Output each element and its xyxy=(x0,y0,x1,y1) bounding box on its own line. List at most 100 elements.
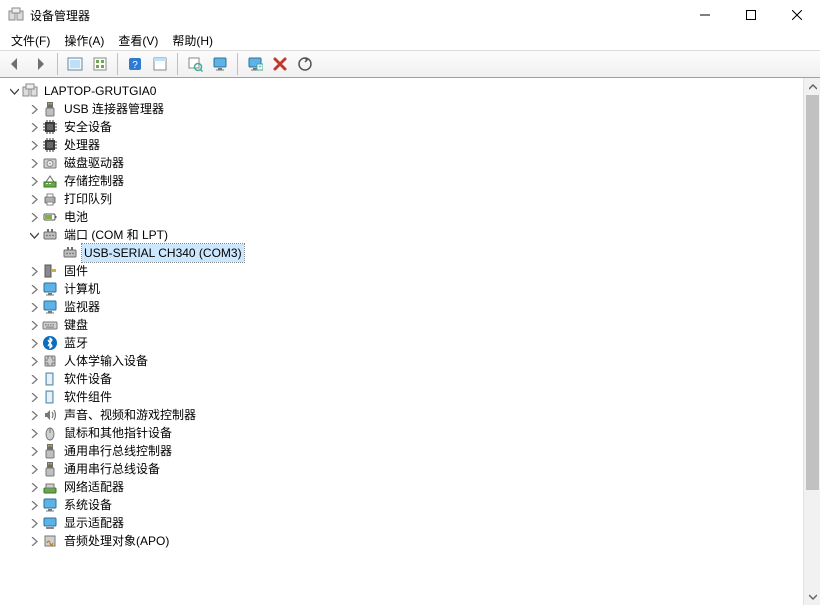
titlebar: 设备管理器 xyxy=(0,0,820,30)
net-icon xyxy=(42,479,58,495)
tree-category[interactable]: USB 连接器管理器 xyxy=(26,100,803,118)
chevron-right-icon[interactable] xyxy=(26,479,42,495)
toolbar-properties[interactable] xyxy=(148,52,172,76)
tree-category[interactable]: 处理器 xyxy=(26,136,803,154)
tree-category[interactable]: 键盘 xyxy=(26,316,803,334)
disk-icon xyxy=(42,155,58,171)
device-tree[interactable]: LAPTOP-GRUTGIA0USB 连接器管理器安全设备处理器磁盘驱动器存储控… xyxy=(0,78,803,605)
tree-category[interactable]: 通用串行总线控制器 xyxy=(26,442,803,460)
tree-category[interactable]: 安全设备 xyxy=(26,118,803,136)
chevron-right-icon[interactable] xyxy=(26,461,42,477)
tree-category[interactable]: 蓝牙 xyxy=(26,334,803,352)
tree-root[interactable]: LAPTOP-GRUTGIA0 xyxy=(6,82,803,100)
chevron-right-icon[interactable] xyxy=(26,263,42,279)
vertical-scrollbar[interactable] xyxy=(803,78,820,605)
bluetooth-icon xyxy=(42,335,58,351)
toolbar-scan-hardware[interactable] xyxy=(183,52,207,76)
tree-item-label: USB 连接器管理器 xyxy=(62,100,166,118)
tree-category[interactable]: 通用串行总线设备 xyxy=(26,460,803,478)
tree-category[interactable]: 网络适配器 xyxy=(26,478,803,496)
tree-item-label: 软件设备 xyxy=(62,370,114,388)
chevron-right-icon[interactable] xyxy=(26,137,42,153)
toolbar-show-hide-console-tree[interactable] xyxy=(63,52,87,76)
port-icon xyxy=(62,245,78,261)
toolbar-enable-device[interactable] xyxy=(208,52,232,76)
toolbar-uninstall-device[interactable] xyxy=(268,52,292,76)
close-button[interactable] xyxy=(774,0,820,30)
tree-category[interactable]: 软件设备 xyxy=(26,370,803,388)
chevron-down-icon[interactable] xyxy=(26,227,42,243)
toolbar-mmc-options[interactable] xyxy=(88,52,112,76)
menu-file[interactable]: 文件(F) xyxy=(4,31,57,50)
tree-item-label: 键盘 xyxy=(62,316,90,334)
tree-item-label: 监视器 xyxy=(62,298,102,316)
tree-item-label: 端口 (COM 和 LPT) xyxy=(62,226,170,244)
chevron-right-icon[interactable] xyxy=(26,497,42,513)
chevron-right-icon[interactable] xyxy=(26,371,42,387)
port-icon xyxy=(42,227,58,243)
tree-category[interactable]: 存储控制器 xyxy=(26,172,803,190)
chevron-right-icon[interactable] xyxy=(26,335,42,351)
toolbar-update-driver[interactable] xyxy=(293,52,317,76)
tree-device[interactable]: USB-SERIAL CH340 (COM3) xyxy=(46,244,803,262)
menu-help[interactable]: 帮助(H) xyxy=(165,31,220,50)
toolbar-back[interactable] xyxy=(3,52,27,76)
chevron-right-icon[interactable] xyxy=(26,407,42,423)
chevron-right-icon[interactable] xyxy=(26,515,42,531)
chevron-right-icon[interactable] xyxy=(26,425,42,441)
toolbar-help[interactable] xyxy=(123,52,147,76)
toolbar-forward[interactable] xyxy=(28,52,52,76)
scroll-down-arrow-icon[interactable] xyxy=(804,588,820,605)
toolbar-separator xyxy=(237,53,238,75)
chevron-right-icon[interactable] xyxy=(26,101,42,117)
battery-icon xyxy=(42,209,58,225)
toolbar-add-hardware[interactable] xyxy=(243,52,267,76)
chevron-right-icon[interactable] xyxy=(26,389,42,405)
scroll-up-arrow-icon[interactable] xyxy=(804,78,820,95)
tree-item-label: 处理器 xyxy=(62,136,102,154)
chevron-right-icon[interactable] xyxy=(26,533,42,549)
chevron-right-icon[interactable] xyxy=(26,173,42,189)
chevron-down-icon[interactable] xyxy=(6,83,22,99)
chevron-right-icon[interactable] xyxy=(26,119,42,135)
tree-item-label: 蓝牙 xyxy=(62,334,90,352)
tree-item-label: 电池 xyxy=(62,208,90,226)
menu-action[interactable]: 操作(A) xyxy=(57,31,111,50)
tree-category[interactable]: 打印队列 xyxy=(26,190,803,208)
maximize-button[interactable] xyxy=(728,0,774,30)
tree-category[interactable]: 人体学输入设备 xyxy=(26,352,803,370)
chevron-right-icon[interactable] xyxy=(26,299,42,315)
chevron-right-icon[interactable] xyxy=(26,191,42,207)
tree-category[interactable]: 鼠标和其他指针设备 xyxy=(26,424,803,442)
tree-category[interactable]: 监视器 xyxy=(26,298,803,316)
keyboard-icon xyxy=(42,317,58,333)
toolbar xyxy=(0,50,820,78)
tree-category[interactable]: 端口 (COM 和 LPT) xyxy=(26,226,803,244)
tree-category[interactable]: 计算机 xyxy=(26,280,803,298)
minimize-button[interactable] xyxy=(682,0,728,30)
scroll-thumb[interactable] xyxy=(806,95,819,490)
tree-category[interactable]: 显示适配器 xyxy=(26,514,803,532)
tree-category[interactable]: 磁盘驱动器 xyxy=(26,154,803,172)
chevron-right-icon[interactable] xyxy=(26,209,42,225)
tree-category[interactable]: 电池 xyxy=(26,208,803,226)
chevron-right-icon[interactable] xyxy=(26,281,42,297)
tree-item-label: 音频处理对象(APO) xyxy=(62,532,171,550)
chevron-right-icon[interactable] xyxy=(26,443,42,459)
tree-category[interactable]: 固件 xyxy=(26,262,803,280)
system-icon xyxy=(42,497,58,513)
soft-icon xyxy=(42,371,58,387)
apo-icon xyxy=(42,533,58,549)
menu-view[interactable]: 查看(V) xyxy=(111,31,165,50)
tree-category[interactable]: 音频处理对象(APO) xyxy=(26,532,803,550)
chevron-right-icon[interactable] xyxy=(26,317,42,333)
chevron-right-icon[interactable] xyxy=(26,353,42,369)
chevron-right-icon[interactable] xyxy=(26,155,42,171)
monitor-icon xyxy=(42,281,58,297)
tree-category[interactable]: 软件组件 xyxy=(26,388,803,406)
tree-item-label: 网络适配器 xyxy=(62,478,126,496)
tree-item-label: 安全设备 xyxy=(62,118,114,136)
tree-category[interactable]: 系统设备 xyxy=(26,496,803,514)
tree-item-label: 人体学输入设备 xyxy=(62,352,150,370)
tree-category[interactable]: 声音、视频和游戏控制器 xyxy=(26,406,803,424)
